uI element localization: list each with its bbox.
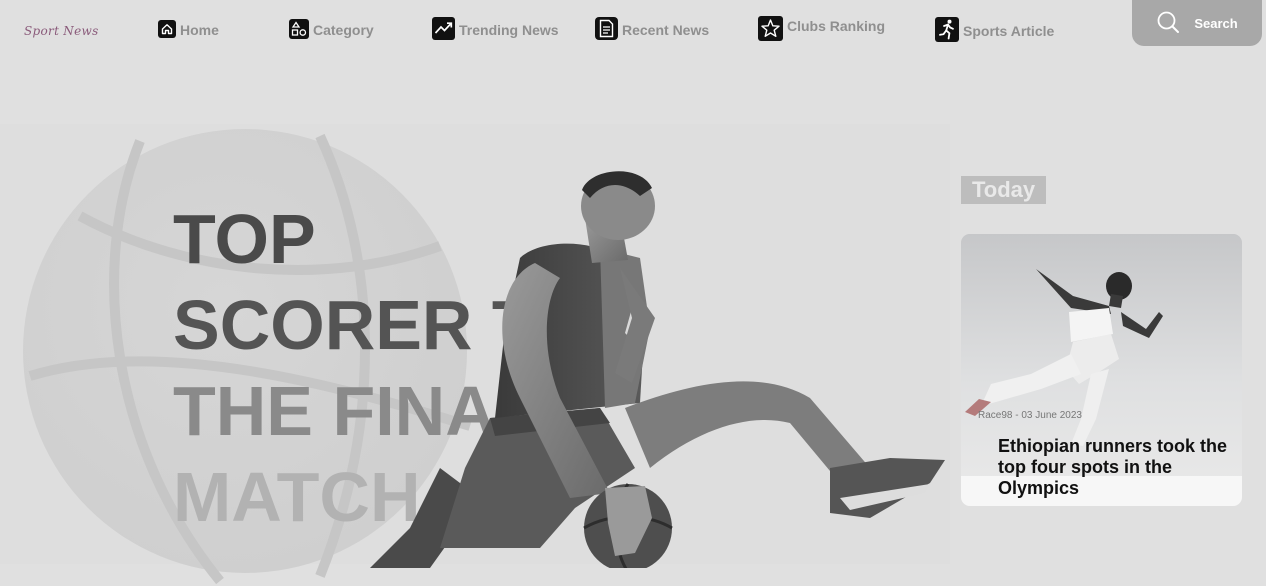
trending-icon xyxy=(432,17,455,43)
basketball-player-image xyxy=(370,171,945,568)
search-label: Search xyxy=(1194,15,1238,31)
nav-item-home[interactable]: Home xyxy=(158,17,219,43)
nav-item-clubs-ranking[interactable]: Clubs Ranking xyxy=(758,16,886,44)
search-icon xyxy=(1156,10,1180,37)
card-title[interactable]: Ethiopian runners took the top four spot… xyxy=(998,436,1234,499)
nav-label-recent-news: Recent News xyxy=(622,22,710,38)
nav-label-trending-news: Trending News xyxy=(459,22,559,38)
nav-item-sports-article[interactable]: Sports Article xyxy=(935,17,1055,45)
nav-label-home: Home xyxy=(180,22,219,38)
nav-item-category[interactable]: Category xyxy=(289,17,374,43)
runner-icon xyxy=(935,17,959,45)
search-button[interactable]: Search xyxy=(1132,0,1262,46)
star-icon xyxy=(758,16,783,44)
home-icon xyxy=(158,19,176,41)
site-logo[interactable]: Sport News xyxy=(24,24,99,38)
nav-label-category: Category xyxy=(313,22,374,38)
nav-label-clubs-ranking: Clubs Ranking xyxy=(787,18,886,34)
card-meta: Race98 - 03 June 2023 xyxy=(978,410,1082,421)
nav-item-recent-news[interactable]: Recent News xyxy=(595,17,709,43)
top-navigation: Sport News Home Category Trending News R… xyxy=(0,0,1266,60)
news-card[interactable]: Race98 - 03 June 2023 Ethiopian runners … xyxy=(961,234,1242,506)
document-icon xyxy=(595,17,618,43)
nav-item-trending-news[interactable]: Trending News xyxy=(432,17,559,43)
category-icon xyxy=(289,18,309,42)
today-heading: Today xyxy=(961,176,1047,204)
nav-label-sports-article: Sports Article xyxy=(963,23,1055,39)
